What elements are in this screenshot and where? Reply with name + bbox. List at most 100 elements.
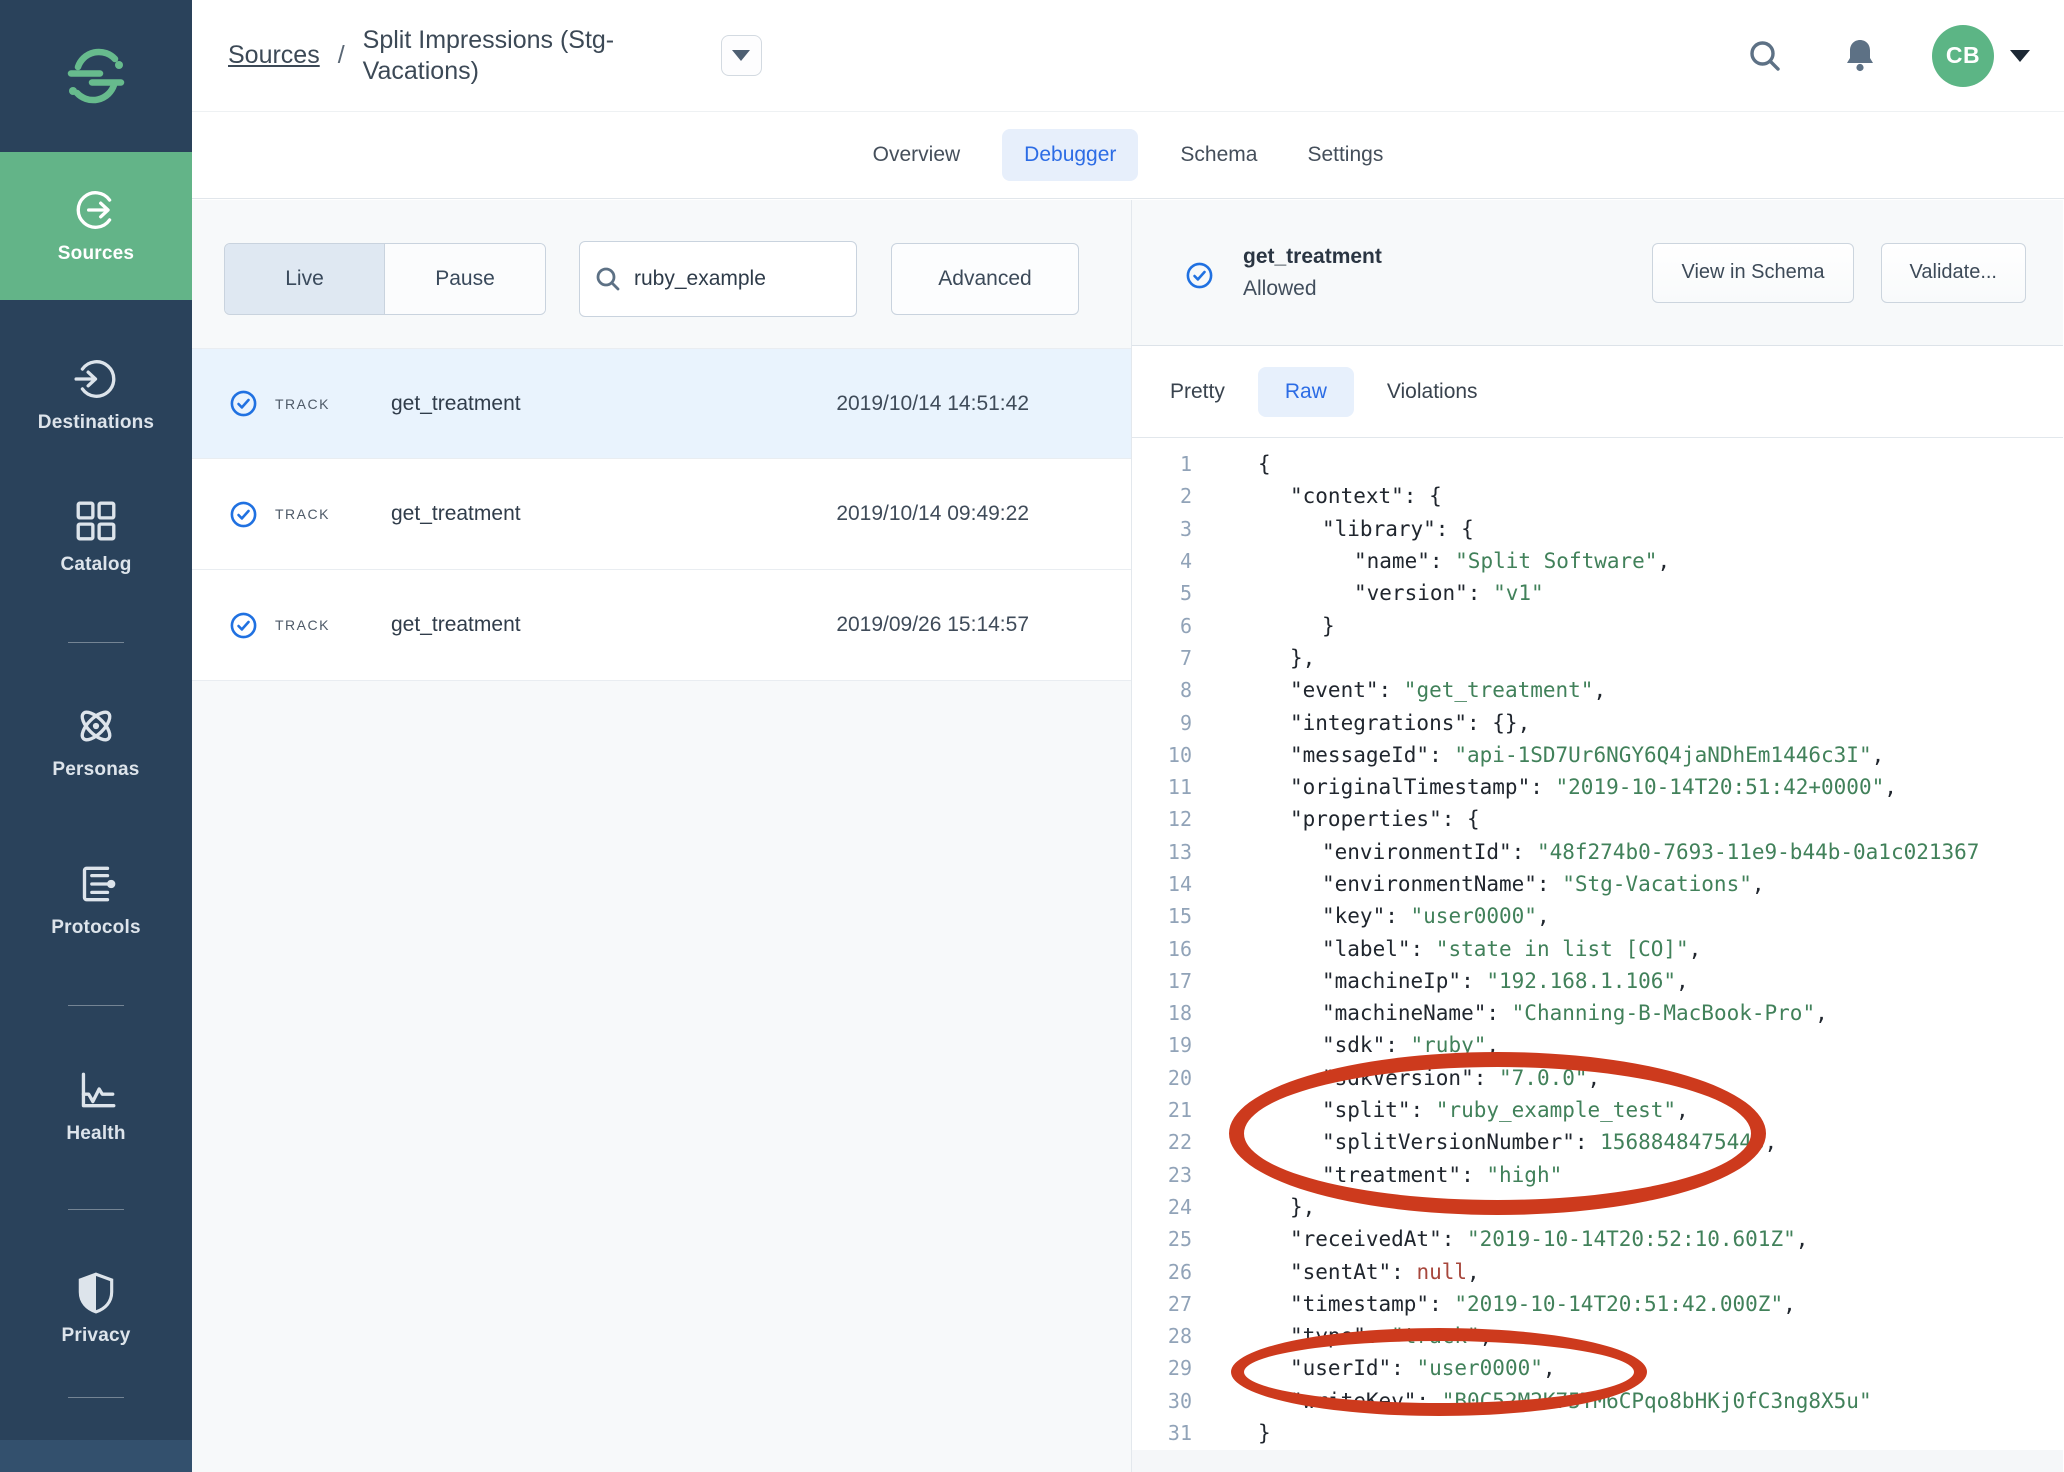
catalog-icon xyxy=(73,498,119,544)
code-text: "originalTimestamp": "2019-10-14T20:51:4… xyxy=(1258,775,1897,799)
event-name: get_treatment xyxy=(391,392,521,416)
bell-icon[interactable] xyxy=(1840,36,1880,76)
view-tab-pretty[interactable]: Pretty xyxy=(1170,380,1225,404)
code-text: { xyxy=(1258,452,1271,476)
live-pause-toggle: Live Pause xyxy=(224,243,546,315)
line-number: 9 xyxy=(1132,711,1192,735)
line-number: 2 xyxy=(1132,484,1192,508)
code-line: 29 "userId": "user0000", xyxy=(1132,1352,2063,1384)
line-number: 14 xyxy=(1132,872,1192,896)
line-number: 4 xyxy=(1132,549,1192,573)
code-line: 15"key": "user0000", xyxy=(1132,900,2063,932)
line-number: 16 xyxy=(1132,937,1192,961)
code-line: 31} xyxy=(1132,1417,2063,1449)
sidebar-item-health[interactable]: Health xyxy=(0,1067,192,1145)
line-number: 6 xyxy=(1132,614,1192,638)
tab-overview[interactable]: Overview xyxy=(865,129,969,181)
sidebar-item-destinations[interactable]: Destinations xyxy=(0,356,192,434)
line-number: 28 xyxy=(1132,1324,1192,1348)
destinations-icon xyxy=(73,356,119,402)
view-tab-violations[interactable]: Violations xyxy=(1387,380,1478,404)
sidebar-item-privacy[interactable]: Privacy xyxy=(0,1269,192,1347)
line-number: 22 xyxy=(1132,1130,1192,1154)
code-text: "split": "ruby_example_test", xyxy=(1258,1098,1689,1122)
code-line: 26"sentAt": null, xyxy=(1132,1255,2063,1287)
event-detail-header: get_treatment Allowed View in Schema Val… xyxy=(1132,200,2063,346)
sidebar-item-protocols[interactable]: Protocols xyxy=(0,861,192,939)
event-row[interactable]: TRACKget_treatment2019/09/26 15:14:57 xyxy=(192,570,1131,681)
debugger-controls: Live Pause Advanced xyxy=(224,241,1131,317)
event-type: TRACK xyxy=(275,617,351,633)
event-name: get_treatment xyxy=(1243,245,1382,269)
code-text: "timestamp": "2019-10-14T20:51:42.000Z", xyxy=(1258,1292,1796,1316)
code-line: 12 "properties": { xyxy=(1132,803,2063,835)
event-name: get_treatment xyxy=(391,502,521,526)
code-text: "type": "track", xyxy=(1258,1324,1492,1348)
code-text: "userId": "user0000", xyxy=(1258,1356,1556,1380)
code-line: 10"messageId": "api-1SD7Ur6NGY6Q4jaNDhEm… xyxy=(1132,739,2063,771)
pause-button[interactable]: Pause xyxy=(385,244,545,314)
search-icon[interactable] xyxy=(1746,37,1784,75)
tab-debugger[interactable]: Debugger xyxy=(1002,129,1138,181)
sidebar-item-label: Protocols xyxy=(51,917,140,939)
view-in-schema-button[interactable]: View in Schema xyxy=(1652,243,1853,303)
line-number: 8 xyxy=(1132,678,1192,702)
sources-icon xyxy=(73,187,119,233)
event-search-input[interactable] xyxy=(634,267,824,291)
avatar[interactable]: CB xyxy=(1932,25,1994,87)
advanced-button[interactable]: Advanced xyxy=(891,243,1079,315)
line-number: 11 xyxy=(1132,775,1192,799)
code-text: "sdkVersion": "7.0.0", xyxy=(1258,1066,1600,1090)
event-detail-panel: get_treatment Allowed View in Schema Val… xyxy=(1132,200,2063,1472)
code-text: "name": "Split Software", xyxy=(1258,549,1670,573)
source-selector-dropdown[interactable] xyxy=(721,35,762,76)
validate-button[interactable]: Validate... xyxy=(1881,243,2026,303)
code-line: 19"sdk": "ruby", xyxy=(1132,1029,2063,1061)
segment-logo[interactable] xyxy=(0,0,192,152)
content: Live Pause Advanced TRACKget_treatment20… xyxy=(192,200,2064,1472)
code-text: "event": "get_treatment", xyxy=(1258,678,1606,702)
event-timestamp: 2019/10/14 14:51:42 xyxy=(836,392,1029,416)
code-line: 30 "writeKey": "B0C52M2K75TM6CPqo8bHKj0fC… xyxy=(1132,1385,2063,1417)
line-number: 23 xyxy=(1132,1163,1192,1187)
code-text: "library": { xyxy=(1258,517,1474,541)
line-number: 29 xyxy=(1132,1356,1192,1380)
event-row[interactable]: TRACKget_treatment2019/10/14 14:51:42 xyxy=(192,348,1131,459)
event-status-check-icon xyxy=(230,612,257,639)
code-line: 14"environmentName": "Stg-Vacations", xyxy=(1132,868,2063,900)
sidebar: Sources Destinations Catalog Personas Protoc… xyxy=(0,0,192,1472)
code-line: 24}, xyxy=(1132,1191,2063,1223)
code-text: "properties": { xyxy=(1258,807,1480,831)
sidebar-item-catalog[interactable]: Catalog xyxy=(0,498,192,576)
event-row[interactable]: TRACKget_treatment2019/10/14 09:49:22 xyxy=(192,459,1131,570)
breadcrumb-sources-link[interactable]: Sources xyxy=(228,41,320,70)
view-tab-raw[interactable]: Raw xyxy=(1258,367,1354,417)
check-circle-icon xyxy=(1186,262,1213,289)
search-icon xyxy=(594,265,622,293)
sidebar-item-label: Privacy xyxy=(61,1325,130,1347)
line-number: 12 xyxy=(1132,807,1192,831)
live-button[interactable]: Live xyxy=(225,244,385,314)
line-number: 30 xyxy=(1132,1389,1192,1413)
sidebar-item-sources[interactable]: Sources xyxy=(0,152,192,300)
code-line: 16"label": "state in list [CO]", xyxy=(1132,932,2063,964)
topbar: Sources / Split Impressions (Stg-Vacatio… xyxy=(192,0,2064,112)
code-text: "sdk": "ruby", xyxy=(1258,1033,1499,1057)
sidebar-nav: Sources Destinations Catalog Personas Protoc… xyxy=(0,152,192,1398)
code-text: }, xyxy=(1258,646,1315,670)
line-number: 18 xyxy=(1132,1001,1192,1025)
sidebar-item-personas[interactable]: Personas xyxy=(0,703,192,781)
code-text: "writeKey": "B0C52M2K75TM6CPqo8bHKj0fC3n… xyxy=(1258,1389,1872,1413)
line-number: 10 xyxy=(1132,743,1192,767)
account-caret-down-icon[interactable] xyxy=(2010,50,2030,62)
tab-schema[interactable]: Schema xyxy=(1172,129,1265,181)
line-number: 24 xyxy=(1132,1195,1192,1219)
sidebar-divider xyxy=(68,1397,124,1398)
line-number: 7 xyxy=(1132,646,1192,670)
horizontal-scrollbar[interactable] xyxy=(1132,1450,2063,1472)
code-text: }, xyxy=(1258,1195,1315,1219)
tab-settings[interactable]: Settings xyxy=(1299,129,1391,181)
source-tabbar: Overview Debugger Schema Settings xyxy=(192,112,2064,199)
code-lines: 1{2"context": {3"library": {4"name": "Sp… xyxy=(1132,448,2063,1449)
event-status: Allowed xyxy=(1243,277,1382,301)
